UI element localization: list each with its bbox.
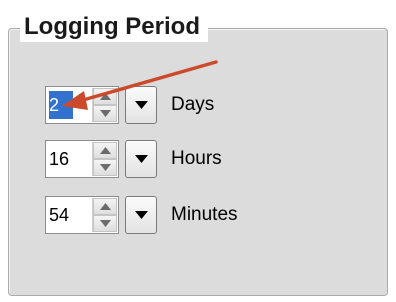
hours-input[interactable] (49, 145, 93, 173)
days-input[interactable] (49, 91, 73, 119)
spin-down-icon[interactable] (93, 215, 117, 232)
group-title: Logging Period (20, 12, 208, 42)
days-spinbox[interactable] (45, 86, 119, 124)
minutes-spinbox[interactable] (45, 196, 119, 234)
days-label: Days (171, 94, 215, 115)
spin-up-icon[interactable] (93, 142, 117, 159)
spin-up-icon[interactable] (93, 198, 117, 215)
spin-up-icon[interactable] (93, 88, 117, 105)
days-dropdown-button[interactable] (125, 86, 157, 124)
minutes-spin-buttons (92, 198, 117, 232)
hours-label: Hours (171, 148, 222, 169)
spin-down-icon[interactable] (93, 159, 117, 176)
hours-spinbox[interactable] (45, 140, 119, 178)
chevron-down-icon (134, 101, 148, 109)
hours-spin-buttons (92, 142, 117, 176)
chevron-down-icon (134, 211, 148, 219)
hours-dropdown-button[interactable] (125, 140, 157, 178)
chevron-down-icon (134, 155, 148, 163)
minutes-dropdown-button[interactable] (125, 196, 157, 234)
days-spin-buttons (92, 88, 117, 122)
minutes-input[interactable] (49, 201, 93, 229)
spin-down-icon[interactable] (93, 105, 117, 122)
minutes-label: Minutes (171, 204, 238, 225)
